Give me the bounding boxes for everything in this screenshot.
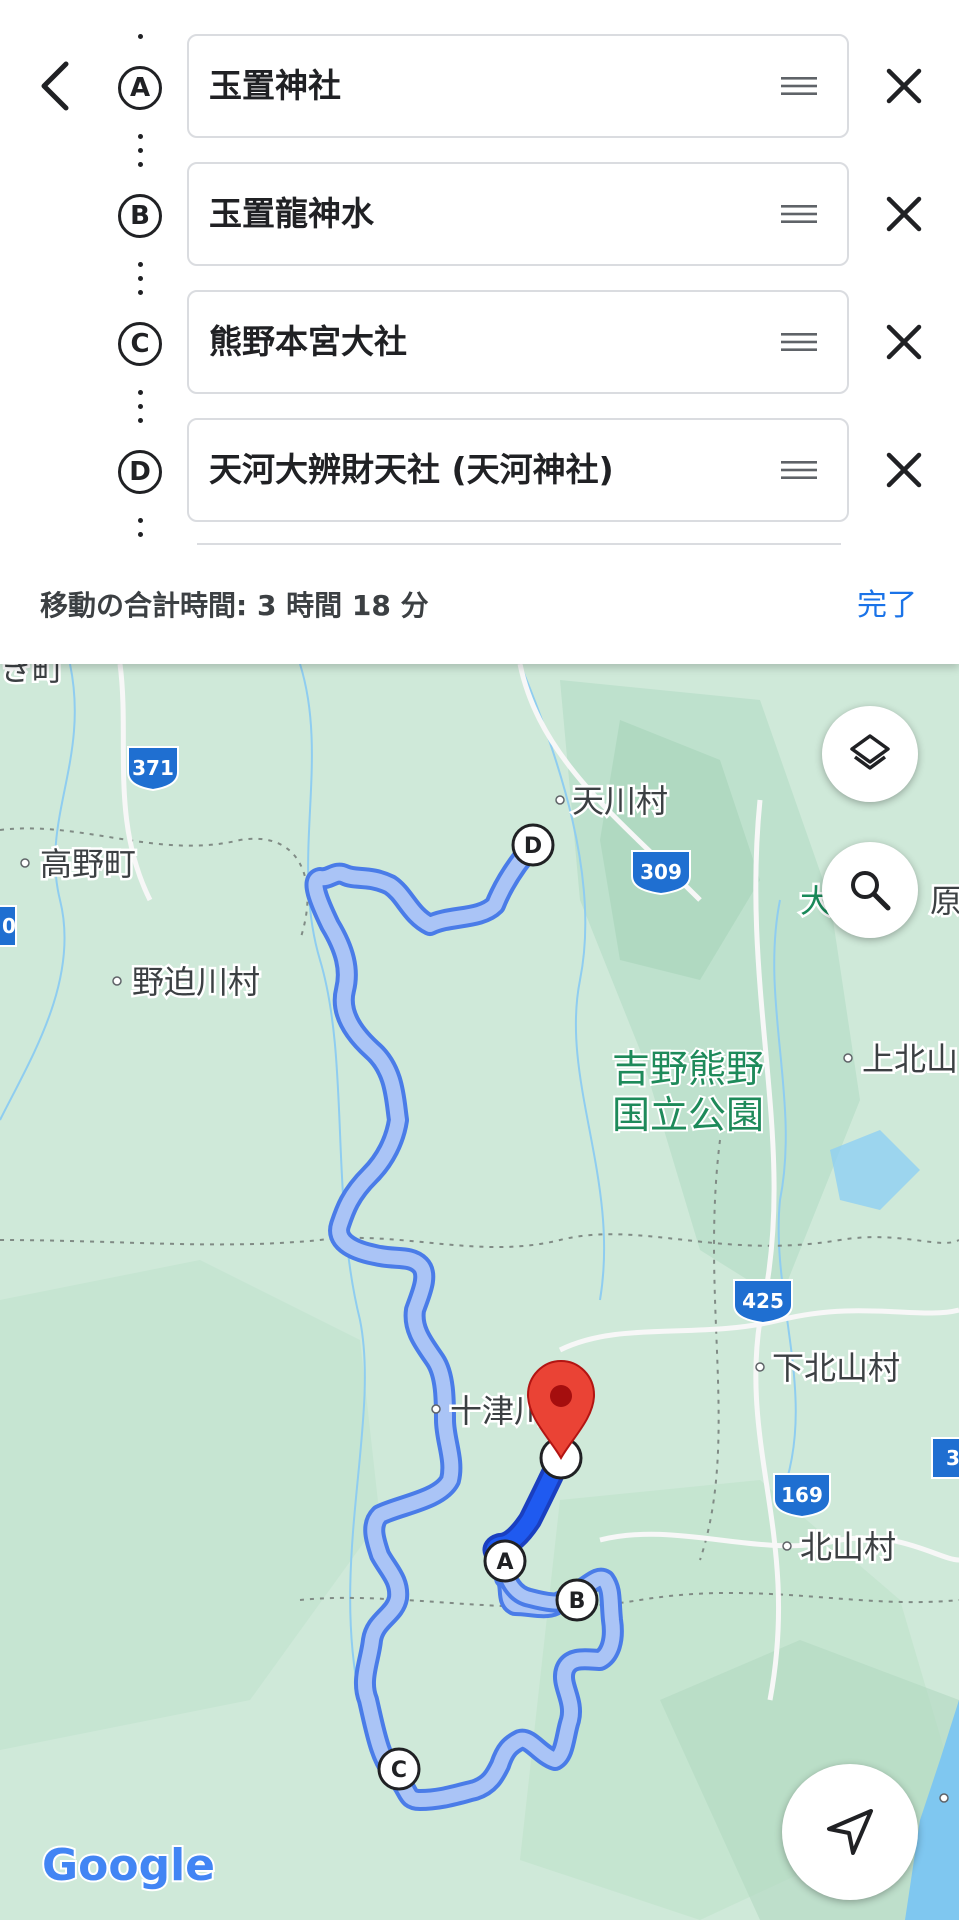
road-shield-425: 425 bbox=[733, 1279, 793, 1325]
stop-d-field[interactable]: 天河大辨財天社 (天河神社) bbox=[187, 418, 849, 522]
layers-button[interactable] bbox=[822, 706, 918, 802]
remove-stop-a-button[interactable] bbox=[876, 58, 932, 114]
map-label-shimokitayama: 下北山村 bbox=[772, 1349, 900, 1387]
stop-row-a: A 玉置神社 bbox=[0, 34, 959, 142]
map-label-kamikitayama: 上北山 bbox=[862, 1040, 958, 1078]
stop-d-name: 天河大辨財天社 (天河神社) bbox=[209, 450, 614, 489]
drag-handle-icon[interactable] bbox=[781, 460, 817, 480]
stop-a-name: 玉置神社 bbox=[209, 66, 341, 105]
navigate-button[interactable] bbox=[782, 1764, 918, 1900]
map-view[interactable]: 371 309 425 169 3 0 き町 高野町 野迫川村 天川村 上北山 … bbox=[0, 664, 959, 1920]
stop-b-marker: B bbox=[118, 194, 162, 238]
map-label-nosegawa: 野迫川村 bbox=[132, 963, 260, 1001]
map-marker-b[interactable]: B bbox=[555, 1578, 599, 1622]
road-shield-3-partial: 3 bbox=[931, 1437, 959, 1479]
stop-row-c: C 熊野本宮大社 bbox=[0, 290, 959, 398]
map-marker-c[interactable]: C bbox=[377, 1747, 421, 1791]
stop-b-name: 玉置龍神水 bbox=[209, 194, 374, 233]
drag-handle-icon[interactable] bbox=[781, 204, 817, 224]
map-marker-d-label: D bbox=[524, 834, 542, 859]
stop-row-b: B 玉置龍神水 bbox=[0, 162, 959, 270]
remove-stop-c-button[interactable] bbox=[876, 314, 932, 370]
map-label-kitayama: 北山村 bbox=[800, 1528, 896, 1566]
done-button[interactable]: 完了 bbox=[857, 580, 917, 624]
map-label-koya: 高野町 bbox=[40, 845, 136, 883]
road-0-label: 0 bbox=[2, 914, 16, 938]
road-425-label: 425 bbox=[742, 1289, 784, 1313]
map-marker-a[interactable]: A bbox=[483, 1539, 527, 1583]
road-3-label: 3 bbox=[946, 1446, 959, 1470]
total-travel-time: 移動の合計時間: 3 時間 18 分 bbox=[40, 589, 429, 622]
navigate-icon bbox=[827, 1809, 873, 1855]
stop-c-marker: C bbox=[118, 322, 162, 366]
map-label-town: き町 bbox=[0, 664, 64, 688]
close-icon bbox=[886, 196, 922, 232]
search-along-route-button[interactable] bbox=[822, 842, 918, 938]
road-309-label: 309 bbox=[640, 860, 682, 884]
road-371-label: 371 bbox=[132, 756, 174, 780]
map-label-partial-hara: 原 bbox=[930, 882, 959, 920]
map-marker-c-label: C bbox=[391, 1758, 407, 1783]
drag-handle-icon[interactable] bbox=[781, 76, 817, 96]
close-icon bbox=[886, 452, 922, 488]
close-icon bbox=[886, 324, 922, 360]
search-icon bbox=[851, 871, 891, 911]
stop-b-field[interactable]: 玉置龍神水 bbox=[187, 162, 849, 266]
map-label-park-2: 国立公園 bbox=[612, 1093, 764, 1137]
map-marker-d[interactable]: D bbox=[511, 823, 555, 867]
map-marker-b-label: B bbox=[569, 1589, 586, 1614]
add-stop-field-edge bbox=[197, 543, 841, 545]
close-icon bbox=[886, 68, 922, 104]
stop-a-marker: A bbox=[118, 66, 162, 110]
map-marker-a-label: A bbox=[496, 1550, 513, 1575]
map-canvas: 371 309 425 169 3 0 き町 高野町 野迫川村 天川村 上北山 … bbox=[0, 664, 959, 1920]
road-shield-309: 309 bbox=[631, 850, 691, 896]
map-label-tenkawa: 天川村 bbox=[572, 782, 668, 820]
stop-d-marker: D bbox=[118, 450, 162, 494]
remove-stop-b-button[interactable] bbox=[876, 186, 932, 242]
google-logo: Google bbox=[42, 1840, 215, 1891]
route-connector bbox=[138, 518, 144, 546]
drag-handle-icon[interactable] bbox=[781, 332, 817, 352]
directions-header: A 玉置神社 B 玉置龍神水 C 熊野本宮大社 D 天河大辨財天社 (天河神社)… bbox=[0, 0, 959, 664]
road-shield-169: 169 bbox=[773, 1473, 831, 1519]
road-169-label: 169 bbox=[781, 1483, 823, 1507]
stop-c-name: 熊野本宮大社 bbox=[209, 322, 407, 361]
road-shield-371: 371 bbox=[127, 746, 179, 792]
remove-stop-d-button[interactable] bbox=[876, 442, 932, 498]
road-shield-0-partial: 0 bbox=[0, 905, 17, 947]
stop-a-field[interactable]: 玉置神社 bbox=[187, 34, 849, 138]
map-label-park: 吉野熊野 bbox=[612, 1047, 764, 1091]
layers-icon bbox=[850, 734, 890, 770]
stop-c-field[interactable]: 熊野本宮大社 bbox=[187, 290, 849, 394]
stop-row-d: D 天河大辨財天社 (天河神社) bbox=[0, 418, 959, 526]
